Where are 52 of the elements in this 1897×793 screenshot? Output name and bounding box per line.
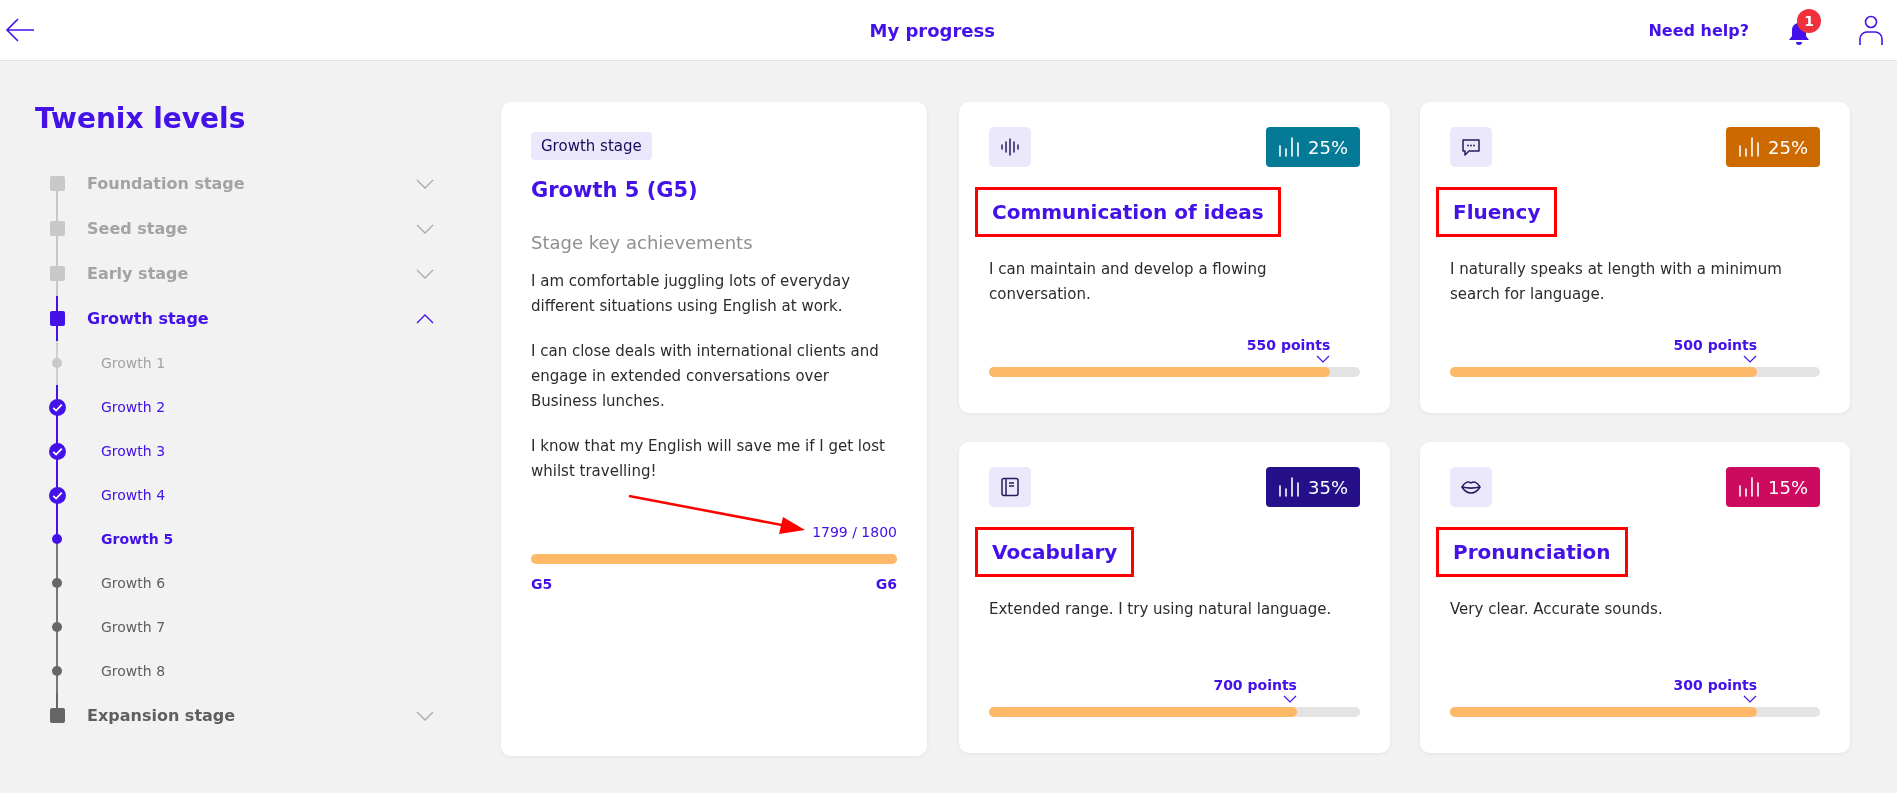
achievement-text: I can close deals with international clients and engage in extended conversations over Business lunches. [531,341,880,412]
level-label[interactable]: Growth 4 [101,487,166,503]
bar-chart-icon [1738,136,1760,158]
sidebar-title: Twenix levels [35,102,247,135]
skill-title: Communication of ideas [975,187,1281,237]
caret-icon [1743,355,1758,363]
score-percent: 35% [1308,476,1348,498]
points-label: 300 points [1673,677,1758,693]
chevron-up-icon[interactable] [416,312,434,325]
score-percent: 15% [1768,476,1808,498]
skill-description: Extended range. I try using natural language. [989,599,1333,620]
caret-icon [1316,355,1331,363]
level-label[interactable]: Growth 6 [101,575,166,591]
stage-label[interactable]: Expansion stage [87,706,416,725]
notification-badge: 1 [1797,9,1821,33]
sound-wave-icon [999,136,1021,158]
points-label: 700 points [1213,677,1297,693]
score-percent: 25% [1308,136,1348,158]
skill-description: I can maintain and develop a flowing conversation. [989,259,1268,305]
level-label[interactable]: Growth 7 [101,619,166,635]
points-label: 550 points [1246,337,1331,353]
bar-chart-icon [1278,136,1300,158]
progress-reading: 1799 / 1800 [811,524,897,540]
skill-title: Pronunciation [1436,527,1628,577]
achievements-heading: Stage key achievements [531,232,754,253]
page-title: My progress [868,19,996,41]
level-label[interactable]: Growth 3 [101,443,166,459]
skill-description: I naturally speaks at length with a minimum search for language. [1450,259,1783,305]
back-arrow-icon[interactable] [4,16,36,44]
start-level-label: G5 [531,576,553,592]
level-label[interactable]: Growth 2 [101,399,166,415]
caret-icon [1282,695,1297,703]
end-level-label: G6 [875,576,897,592]
bar-chart-icon [1738,476,1760,498]
stage-label[interactable]: Growth stage [87,309,416,328]
skill-description: Very clear. Accurate sounds. [1450,599,1664,620]
achievement-text: I am comfortable juggling lots of everyday different situations using English at work. [531,271,852,317]
bar-chart-icon [1278,476,1300,498]
book-icon [999,476,1021,498]
skill-title: Vocabulary [975,527,1135,577]
level-label[interactable]: Growth 5 [101,531,174,547]
level-label[interactable]: Growth 8 [101,663,166,679]
skill-title: Fluency [1436,187,1558,237]
achievement-text: I know that my English will save me if I get lost whilst travelling! [531,436,886,482]
user-icon[interactable] [1857,14,1885,46]
caret-icon [1743,695,1758,703]
score-percent: 25% [1768,136,1808,158]
points-label: 500 points [1673,337,1758,353]
help-link[interactable]: Need help? [1648,20,1749,40]
chat-bubble-icon [1460,136,1482,158]
level-title: Growth 5 (G5) [531,178,699,202]
stage-tag: Growth stage [531,132,652,160]
